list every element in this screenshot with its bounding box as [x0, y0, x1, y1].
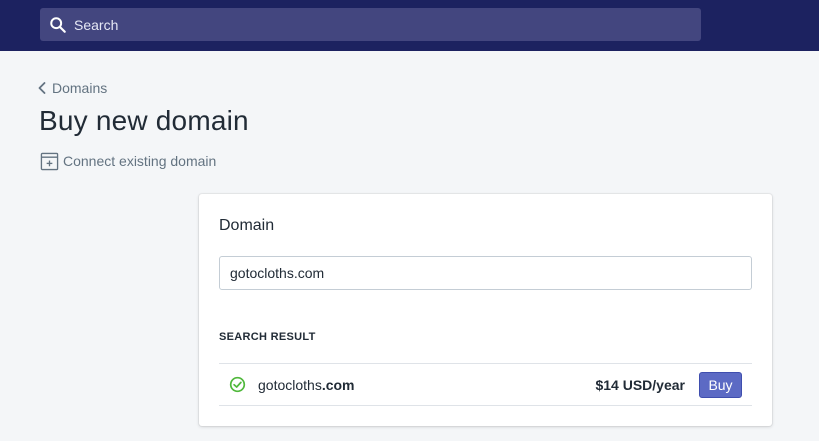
result-domain-base: gotocloths — [258, 377, 322, 393]
buy-button[interactable]: Buy — [699, 372, 742, 398]
connect-existing-domain-label: Connect existing domain — [63, 153, 217, 169]
result-domain-name: gotocloths.com — [258, 377, 355, 393]
top-bar — [0, 0, 819, 51]
page-title: Buy new domain — [39, 105, 249, 136]
search-input[interactable] — [74, 8, 694, 41]
result-domain-tld: .com — [321, 377, 355, 393]
card-title: Domain — [219, 217, 275, 234]
breadcrumb-label: Domains — [52, 80, 108, 96]
domain-card: Domain SEARCH RESULT gotocloths.com $14 … — [199, 194, 772, 426]
search-result-label: SEARCH RESULT — [219, 331, 316, 343]
result-price: $14 USD/year — [595, 377, 685, 393]
connect-existing-domain-button[interactable]: Connect existing domain — [40, 151, 216, 171]
check-circle-icon — [229, 376, 246, 393]
chevron-left-icon — [38, 82, 46, 94]
breadcrumb[interactable]: Domains — [38, 79, 107, 97]
domain-input[interactable] — [219, 256, 752, 290]
add-window-icon — [40, 152, 59, 170]
search-result-row: gotocloths.com $14 USD/year Buy — [219, 363, 752, 406]
search-icon — [50, 17, 66, 33]
search-bar[interactable] — [40, 8, 701, 41]
